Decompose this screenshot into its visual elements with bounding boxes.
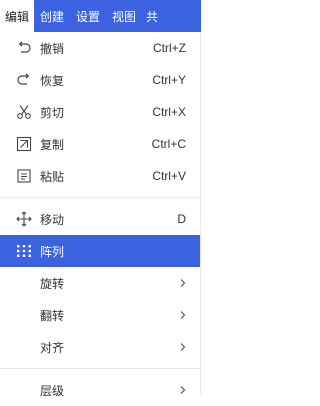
menu-item-label: 对齐 bbox=[40, 340, 65, 355]
menu-item-label: 翻转 bbox=[40, 308, 65, 323]
menu-separator bbox=[0, 368, 200, 369]
menu-item-label: 复制 bbox=[40, 137, 65, 152]
menu-item-label: 旋转 bbox=[40, 276, 65, 291]
scissors-icon bbox=[17, 105, 31, 119]
menu-item-copy[interactable]: 复制 Ctrl+C bbox=[0, 128, 200, 160]
menu-item-label: 移动 bbox=[40, 212, 65, 227]
menu-item-array[interactable]: 阵列 bbox=[0, 235, 200, 267]
menu-separator bbox=[0, 197, 200, 198]
chevron-right-icon bbox=[180, 343, 186, 351]
tab-share[interactable]: 共 bbox=[142, 0, 166, 32]
shortcut-label: D bbox=[177, 212, 186, 226]
shortcut-label: Ctrl+Z bbox=[153, 41, 186, 55]
shortcut-label: Ctrl+C bbox=[151, 137, 186, 151]
menu-item-label: 层级 bbox=[40, 383, 65, 398]
shortcut-label: Ctrl+X bbox=[152, 105, 186, 119]
menu-item-align[interactable]: 对齐 bbox=[0, 331, 200, 363]
menu-item-undo[interactable]: 撤销 Ctrl+Z bbox=[0, 32, 200, 64]
menu-item-redo[interactable]: 恢复 Ctrl+Y bbox=[0, 64, 200, 96]
shortcut-label: Ctrl+V bbox=[152, 169, 186, 183]
menu-item-label: 粘贴 bbox=[40, 169, 65, 184]
menu-item-label: 恢复 bbox=[40, 73, 65, 88]
copy-icon bbox=[16, 136, 32, 152]
menu-item-paste[interactable]: 粘贴 Ctrl+V bbox=[0, 160, 200, 192]
tab-settings[interactable]: 设置 bbox=[70, 0, 106, 32]
menu-item-label: 阵列 bbox=[40, 244, 65, 259]
edit-dropdown-menu: 撤销 Ctrl+Z 恢复 Ctrl+Y 剪切 Ctrl+X 复制 Ctrl+C bbox=[0, 32, 201, 398]
move-icon bbox=[16, 211, 32, 227]
shortcut-label: Ctrl+Y bbox=[152, 73, 186, 87]
menu-item-flip[interactable]: 翻转 bbox=[0, 299, 200, 331]
menu-item-cut[interactable]: 剪切 Ctrl+X bbox=[0, 96, 200, 128]
menu-item-label: 撤销 bbox=[40, 41, 65, 56]
menu-item-rotate[interactable]: 旋转 bbox=[0, 267, 200, 299]
paste-icon bbox=[17, 169, 31, 183]
redo-icon bbox=[17, 73, 30, 85]
grid-dots-icon bbox=[17, 245, 31, 257]
chevron-right-icon bbox=[180, 279, 186, 287]
menu-item-move[interactable]: 移动 D bbox=[0, 203, 200, 235]
tab-view[interactable]: 视图 bbox=[106, 0, 142, 32]
menu-item-layer[interactable]: 层级 bbox=[0, 374, 200, 406]
undo-icon bbox=[18, 41, 31, 53]
tab-edit[interactable]: 编辑 bbox=[0, 0, 34, 32]
menubar: 编辑 创建 设置 视图 共 bbox=[0, 0, 201, 32]
chevron-right-icon bbox=[180, 311, 186, 319]
tab-create[interactable]: 创建 bbox=[34, 0, 70, 32]
menu-item-label: 剪切 bbox=[40, 105, 65, 120]
